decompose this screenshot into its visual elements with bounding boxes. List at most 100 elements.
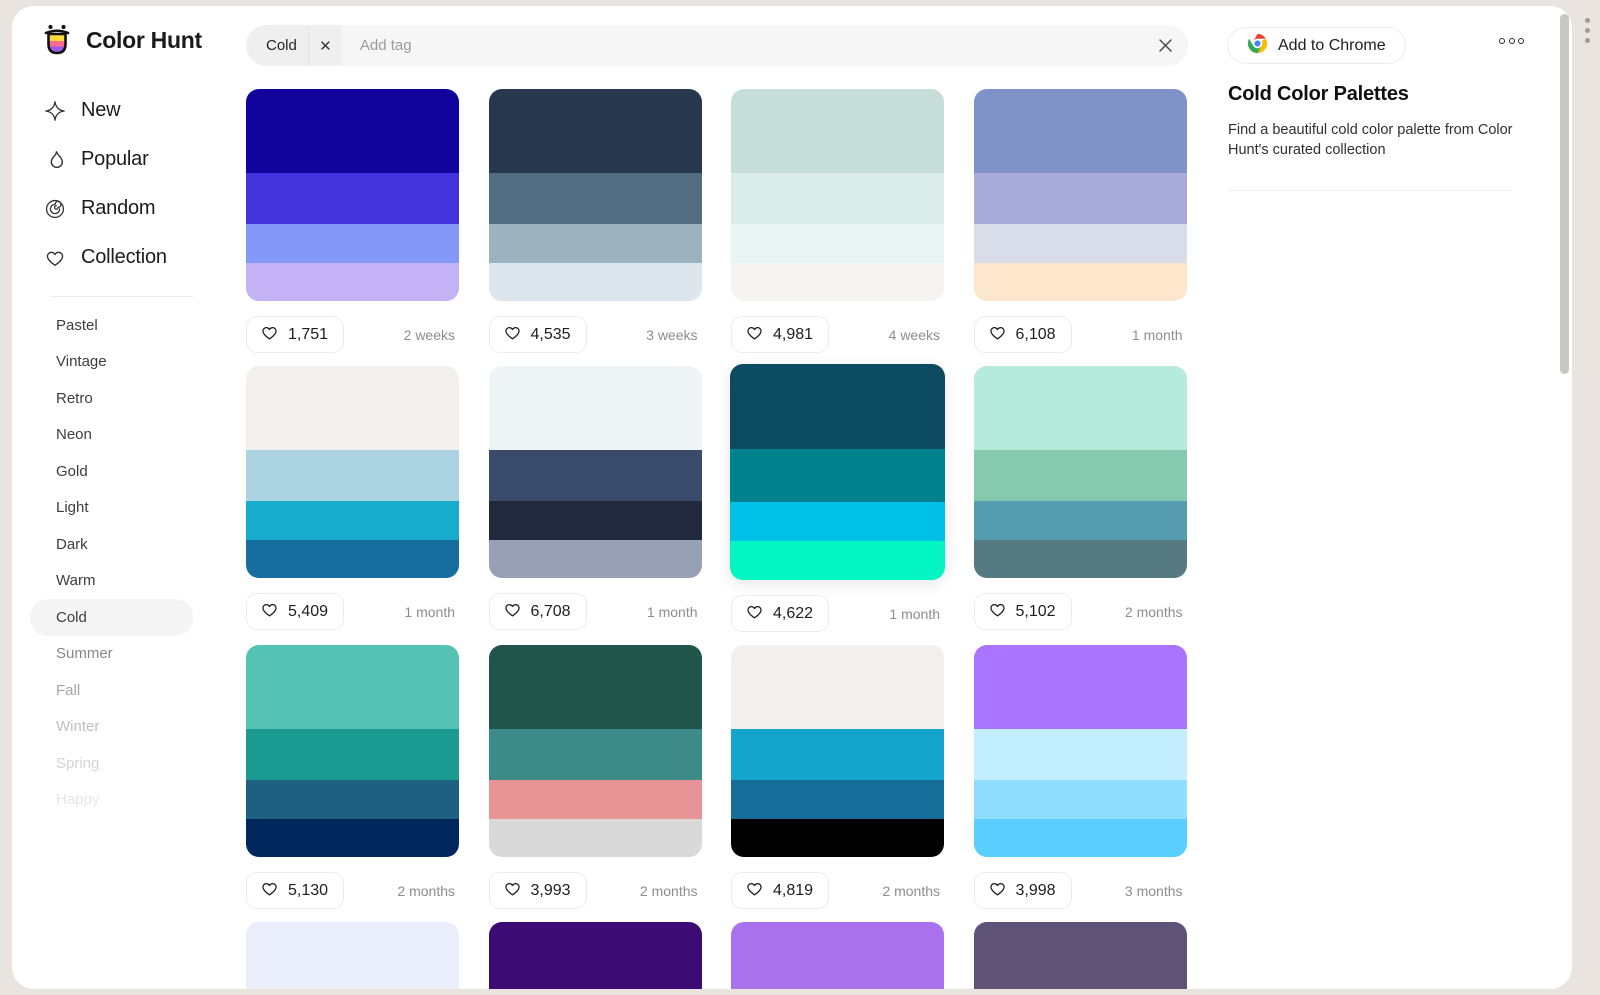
like-button[interactable]: 3,993 xyxy=(489,872,587,909)
palette-swatch[interactable] xyxy=(489,780,702,819)
palette-swatch[interactable] xyxy=(731,819,944,858)
sidebar-tag-light[interactable]: Light xyxy=(30,490,193,527)
like-button[interactable]: 6,708 xyxy=(489,593,587,630)
sidebar-tag-spring[interactable]: Spring xyxy=(30,745,193,782)
sidebar-tag-summer[interactable]: Summer xyxy=(30,636,193,673)
palette-card[interactable] xyxy=(489,366,702,578)
palette-swatch[interactable] xyxy=(489,540,702,579)
palette-card[interactable] xyxy=(489,645,702,857)
palette-swatch[interactable] xyxy=(974,263,1187,302)
palette-swatch[interactable] xyxy=(246,540,459,579)
palette-swatch[interactable] xyxy=(246,922,459,989)
palette-swatch[interactable] xyxy=(731,729,944,780)
sidebar-tag-winter[interactable]: Winter xyxy=(30,709,193,746)
like-button[interactable]: 5,409 xyxy=(246,593,344,630)
like-button[interactable]: 1,751 xyxy=(246,316,344,353)
palette-swatch[interactable] xyxy=(731,645,944,729)
vertical-scrollbar[interactable] xyxy=(1557,6,1572,989)
palette-swatch[interactable] xyxy=(731,263,944,302)
palette-swatch[interactable] xyxy=(731,89,944,173)
palette-swatch[interactable] xyxy=(974,729,1187,780)
palette-card[interactable] xyxy=(974,366,1187,578)
sidebar-tag-cold[interactable]: Cold xyxy=(30,599,193,636)
palette-swatch[interactable] xyxy=(974,780,1187,819)
palette-swatch[interactable] xyxy=(489,922,702,989)
palette-swatch[interactable] xyxy=(246,819,459,858)
like-button[interactable]: 5,130 xyxy=(246,872,344,909)
palette-swatch[interactable] xyxy=(489,263,702,302)
palette-swatch[interactable] xyxy=(489,729,702,780)
palette-swatch[interactable] xyxy=(974,645,1187,729)
palette-swatch[interactable] xyxy=(974,89,1187,173)
palette-swatch[interactable] xyxy=(730,541,945,580)
palette-swatch[interactable] xyxy=(489,366,702,450)
sidebar-tag-vintage[interactable]: Vintage xyxy=(30,344,193,381)
palette-card[interactable] xyxy=(731,89,944,301)
like-button[interactable]: 4,819 xyxy=(731,872,829,909)
palette-swatch[interactable] xyxy=(489,224,702,263)
close-icon[interactable]: ✕ xyxy=(308,25,342,66)
palette-swatch[interactable] xyxy=(489,89,702,173)
like-button[interactable]: 5,102 xyxy=(974,593,1072,630)
sidebar-tag-gold[interactable]: Gold xyxy=(30,453,193,490)
sidebar-tag-pastel[interactable]: Pastel xyxy=(30,307,193,344)
sidebar-tag-happy[interactable]: Happy xyxy=(30,782,193,819)
palette-swatch[interactable] xyxy=(974,173,1187,224)
palette-swatch[interactable] xyxy=(731,922,944,989)
palette-card[interactable] xyxy=(489,922,702,989)
palette-swatch[interactable] xyxy=(730,364,945,449)
sidebar-item-collection[interactable]: Collection xyxy=(12,233,222,282)
palette-card[interactable] xyxy=(489,89,702,301)
palette-swatch[interactable] xyxy=(730,449,945,501)
sidebar-item-new[interactable]: New xyxy=(12,86,222,135)
palette-swatch[interactable] xyxy=(489,501,702,540)
sidebar-item-popular[interactable]: Popular xyxy=(12,135,222,184)
palette-swatch[interactable] xyxy=(731,224,944,263)
palette-swatch[interactable] xyxy=(246,780,459,819)
palette-swatch[interactable] xyxy=(974,224,1187,263)
like-button[interactable]: 4,535 xyxy=(489,316,587,353)
palette-card[interactable] xyxy=(730,364,945,580)
palette-swatch[interactable] xyxy=(246,89,459,173)
more-horizontal-icon[interactable] xyxy=(1499,38,1524,44)
palette-swatch[interactable] xyxy=(489,819,702,858)
close-icon[interactable] xyxy=(1142,25,1188,66)
like-button[interactable]: 6,108 xyxy=(974,316,1072,353)
palette-swatch[interactable] xyxy=(246,263,459,302)
palette-swatch[interactable] xyxy=(489,645,702,729)
sidebar-item-random[interactable]: Random xyxy=(12,184,222,233)
sidebar-tag-dark[interactable]: Dark xyxy=(30,526,193,563)
add-to-chrome-button[interactable]: Add to Chrome xyxy=(1227,27,1406,64)
palette-swatch[interactable] xyxy=(974,366,1187,450)
scrollbar-thumb[interactable] xyxy=(1560,14,1569,374)
palette-swatch[interactable] xyxy=(246,729,459,780)
palette-card[interactable] xyxy=(974,922,1187,989)
palette-card[interactable] xyxy=(246,645,459,857)
like-button[interactable]: 4,981 xyxy=(731,316,829,353)
search-input[interactable] xyxy=(342,37,1142,54)
palette-swatch[interactable] xyxy=(730,502,945,541)
palette-card[interactable] xyxy=(731,645,944,857)
palette-swatch[interactable] xyxy=(246,645,459,729)
palette-swatch[interactable] xyxy=(974,450,1187,501)
brand[interactable]: Color Hunt xyxy=(12,22,218,58)
palette-swatch[interactable] xyxy=(246,450,459,501)
search-bar[interactable]: Cold ✕ xyxy=(246,25,1188,66)
like-button[interactable]: 4,622 xyxy=(731,595,829,632)
palette-swatch[interactable] xyxy=(246,366,459,450)
sidebar-tag-neon[interactable]: Neon xyxy=(30,417,193,454)
sidebar-tag-warm[interactable]: Warm xyxy=(30,563,193,600)
palette-swatch[interactable] xyxy=(974,922,1187,989)
palette-swatch[interactable] xyxy=(731,780,944,819)
palette-card[interactable] xyxy=(731,922,944,989)
sidebar-tag-retro[interactable]: Retro xyxy=(30,380,193,417)
palette-swatch[interactable] xyxy=(974,819,1187,858)
palette-swatch[interactable] xyxy=(246,224,459,263)
palette-card[interactable] xyxy=(246,89,459,301)
palette-card[interactable] xyxy=(246,366,459,578)
tag-chip-cold[interactable]: Cold ✕ xyxy=(246,25,342,66)
like-button[interactable]: 3,998 xyxy=(974,872,1072,909)
sidebar-tag-fall[interactable]: Fall xyxy=(30,672,193,709)
palette-card[interactable] xyxy=(974,645,1187,857)
palette-swatch[interactable] xyxy=(974,501,1187,540)
